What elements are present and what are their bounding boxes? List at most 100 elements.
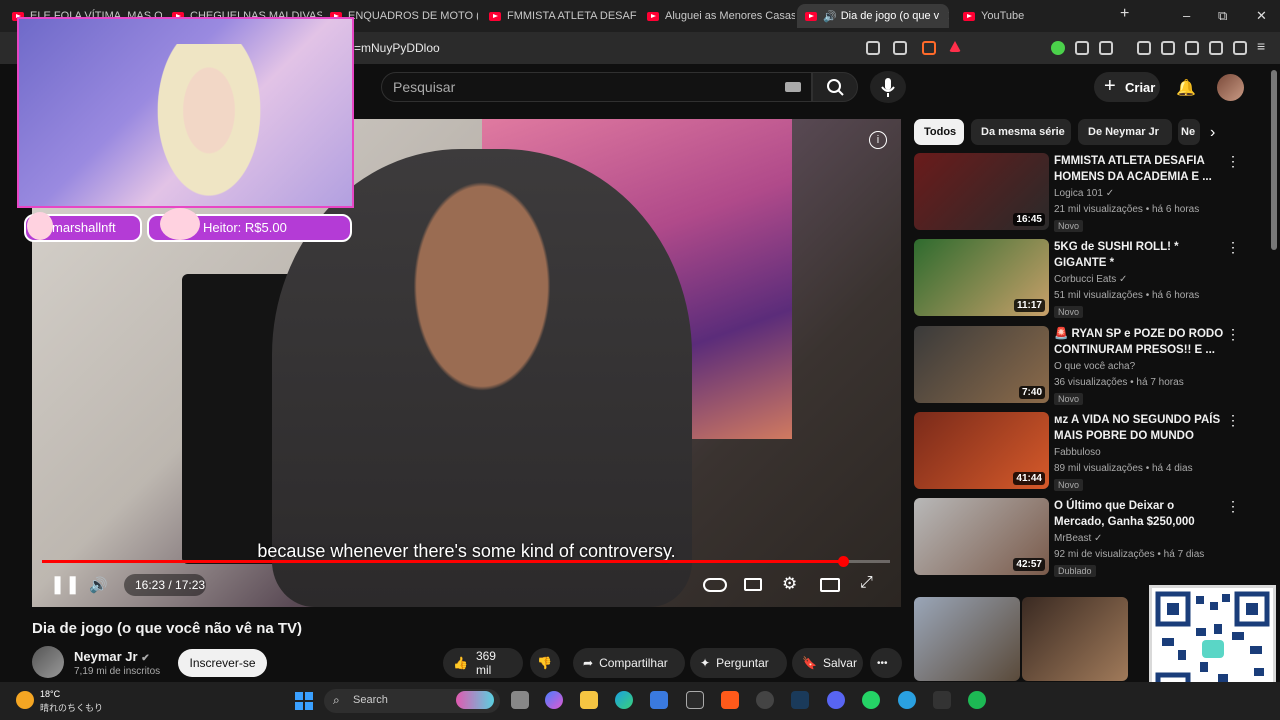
account-avatar[interactable] [1217,74,1244,101]
copilot-icon[interactable] [545,691,563,709]
video-thumbnail[interactable]: 16:45 [914,153,1049,230]
extensions-icon[interactable] [1075,41,1089,55]
task-view-icon[interactable] [511,691,529,709]
recommendation-title[interactable]: 5KG de SUSHI ROLL! * GIGANTE * [1054,239,1224,271]
notifications-bell-icon[interactable]: 🔔 [1176,78,1196,98]
browser-tab[interactable]: FMMISTA ATLETA DESAFIA [489,4,637,28]
leo-ai-icon[interactable] [1209,41,1223,55]
whatsapp-icon[interactable] [862,691,880,709]
ask-button[interactable]: ✦ Perguntar [690,648,787,678]
recommendation-title[interactable]: FMMISTA ATLETA DESAFIA HOMENS DA ACADEMI… [1054,153,1224,185]
more-options-icon[interactable]: ⋮ [1226,498,1240,515]
subscribe-button[interactable]: Inscrever-se [178,649,267,677]
recommendation-item[interactable]: 16:45 FMMISTA ATLETA DESAFIA HOMENS DA A… [914,153,1244,235]
save-button[interactable]: 🔖 Salvar [792,648,863,678]
windows-start-icon[interactable] [294,691,314,711]
weather-description[interactable]: 晴れのちくもり [40,701,103,714]
share-icon[interactable] [893,41,907,55]
info-icon[interactable]: i [869,131,887,149]
recommendation-title[interactable]: 🚨 RYAN SP e POZE DO RODO CONTINURAM PRES… [1054,326,1224,358]
music-icon[interactable] [1137,41,1151,55]
file-explorer-icon[interactable] [580,691,598,709]
captions-icon[interactable] [744,578,762,591]
screenshot-icon[interactable] [1099,41,1113,55]
webcam-overlay [17,17,354,210]
minimize-button[interactable]: – [1183,8,1190,23]
recommendation-item[interactable]: 41:44 ᴍᴢ A VIDA NO SEGUNDO PAÍS MAIS POB… [914,412,1244,494]
menu-icon[interactable]: ≡ [1257,38,1271,54]
more-options-icon[interactable]: ⋮ [1226,326,1240,343]
install-app-icon[interactable] [866,41,880,55]
recommendation-item[interactable]: 42:57 O Último que Deixar o Mercado, Gan… [914,498,1244,580]
recommendation-channel[interactable]: Fabbuloso [1054,447,1101,458]
maximize-button[interactable]: ⧉ [1218,8,1227,24]
browser-tab-active[interactable]: 🔊Dia de jogo (o que v ✕ [797,4,949,28]
channel-name[interactable]: Neymar Jr ✔ [74,649,150,664]
vpn-icon[interactable] [1233,41,1247,55]
voice-search-button[interactable] [870,71,906,103]
browser-tab[interactable]: Aluguei as Menores Casas d [647,4,795,28]
steam-icon[interactable] [791,691,809,709]
search-button[interactable] [812,72,858,102]
brave-shield-icon[interactable] [922,41,936,55]
close-window-button[interactable]: ✕ [1256,8,1267,24]
chip-neymar[interactable]: De Neymar Jr [1078,119,1172,145]
volume-icon[interactable]: 🔊 [89,576,108,594]
channel-avatar[interactable] [32,646,64,678]
url-field[interactable]: =mNuyPyDDloo [354,41,440,55]
recommendation-title[interactable]: ᴍᴢ A VIDA NO SEGUNDO PAÍS MAIS POBRE DO … [1054,412,1224,444]
wallet-icon[interactable] [1185,41,1199,55]
search-highlight-icon[interactable] [456,691,494,709]
pause-button[interactable]: ❚❚ [50,574,80,595]
shorts-thumbnail[interactable] [1022,597,1128,681]
video-thumbnail[interactable]: 11:17 [914,239,1049,316]
recommendation-title[interactable]: O Último que Deixar o Mercado, Ganha $25… [1054,498,1224,530]
more-actions-button[interactable]: ••• [870,648,902,678]
recommendation-channel[interactable]: O que você acha? [1054,361,1135,372]
epic-games-icon[interactable] [933,691,951,709]
autoplay-toggle[interactable] [703,578,727,592]
fullscreen-icon[interactable]: ⤢ [860,574,873,592]
capcut-icon[interactable] [686,691,704,709]
recommendation-channel[interactable]: MrBeast ✓ [1054,533,1102,544]
like-button[interactable]: 👍 369 mil [443,648,523,678]
recommendation-channel[interactable]: Logica 101 ✓ [1054,188,1114,199]
new-tab-button[interactable]: + [1120,5,1129,23]
spotify-icon[interactable] [968,691,986,709]
obs-icon[interactable] [756,691,774,709]
more-options-icon[interactable]: ⋮ [1226,239,1240,256]
weather-icon[interactable] [16,691,34,709]
more-options-icon[interactable]: ⋮ [1226,153,1240,170]
video-thumbnail[interactable]: 41:44 [914,412,1049,489]
extension-green-icon[interactable] [1051,41,1065,55]
dislike-button[interactable]: 👎 [530,648,560,678]
more-options-icon[interactable]: ⋮ [1226,412,1240,429]
weather-temperature[interactable]: 18°C [40,689,60,699]
chevron-right-icon[interactable]: › [1210,124,1215,142]
chip-same-series[interactable]: Da mesma série [971,119,1071,145]
settings-gear-icon[interactable]: ⚙ [782,574,797,594]
brave-rewards-icon[interactable] [949,41,961,52]
telegram-icon[interactable] [898,691,916,709]
recommendation-channel[interactable]: Corbucci Eats ✓ [1054,274,1127,285]
discord-icon[interactable] [827,691,845,709]
edge-icon[interactable] [615,691,633,709]
chip-partial[interactable]: Ne [1178,119,1200,145]
recommendation-item[interactable]: 7:40 🚨 RYAN SP e POZE DO RODO CONTINURAM… [914,326,1244,408]
video-thumbnail[interactable]: 7:40 [914,326,1049,403]
sidebar-icon[interactable] [1161,41,1175,55]
scrollbar[interactable] [1271,70,1277,250]
theater-mode-icon[interactable] [820,578,840,592]
search-input[interactable]: Pesquisar [393,79,455,95]
shorts-thumbnail[interactable] [914,597,1020,681]
chip-todos[interactable]: Todos [914,119,964,145]
close-tab-icon[interactable]: ✕ [947,8,949,24]
store-icon[interactable] [650,691,668,709]
recommendation-item[interactable]: 11:17 5KG de SUSHI ROLL! * GIGANTE * Cor… [914,239,1244,321]
brave-icon[interactable] [721,691,739,709]
recommendation-meta: 36 visualizações • há 7 horas [1054,377,1184,388]
browser-tab[interactable]: YouTube [963,4,1083,28]
video-thumbnail[interactable]: 42:57 [914,498,1049,575]
share-button[interactable]: ➦ Compartilhar [573,648,685,678]
keyboard-icon[interactable] [785,82,801,92]
